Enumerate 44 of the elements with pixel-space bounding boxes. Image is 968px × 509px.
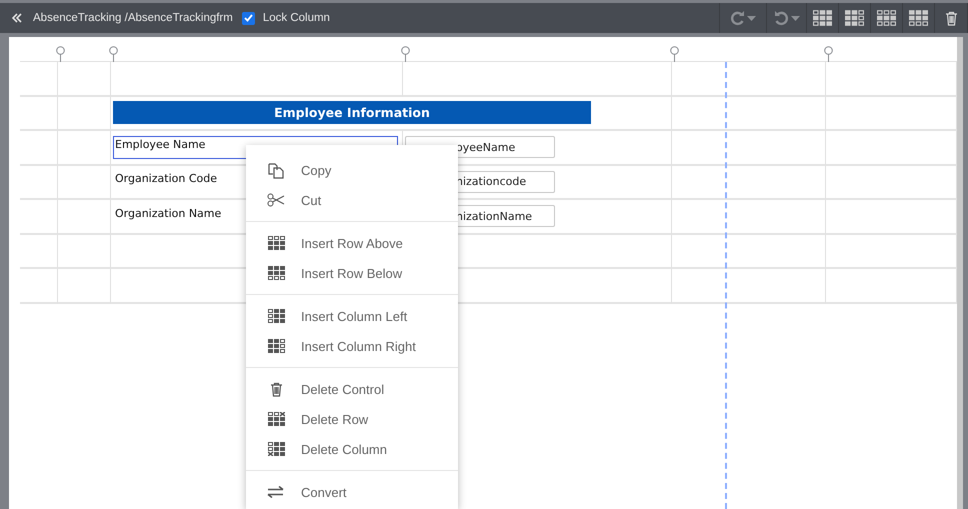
grid-cell <box>20 166 58 200</box>
trash-icon <box>270 382 282 396</box>
grid-icon <box>268 236 284 250</box>
collapse-icon[interactable] <box>12 13 22 23</box>
grid-icon <box>813 10 832 26</box>
menu-item[interactable]: Insert Row Below <box>246 258 458 288</box>
caret-icon <box>790 16 800 20</box>
menu-item[interactable]: Insert Column Left <box>246 301 458 331</box>
copy-icon <box>268 162 284 178</box>
grid-icon <box>845 10 864 26</box>
grid-icon <box>268 309 284 323</box>
menu-item[interactable]: Convert <box>246 477 458 507</box>
redo-icon <box>730 10 745 26</box>
menu-item[interactable]: Delete Row <box>246 404 458 434</box>
section-header: Employee Information <box>113 101 591 124</box>
grid-icon <box>877 10 896 26</box>
grid-icon <box>909 10 928 26</box>
column-handle[interactable] <box>401 46 410 62</box>
grid-cell <box>20 269 58 304</box>
column-handle[interactable] <box>824 46 833 62</box>
grid-cell <box>20 200 58 234</box>
column-handle[interactable] <box>670 46 679 62</box>
grid-cell <box>20 96 58 131</box>
menu-item[interactable]: Delete Column <box>246 434 458 464</box>
breadcrumb: AbsenceTracking /AbsenceTrackingfrm <box>33 12 233 24</box>
trash-icon <box>944 10 958 26</box>
column-handle[interactable] <box>109 46 118 62</box>
lock-column-checkbox[interactable] <box>242 12 255 24</box>
menu-item[interactable]: Insert Row Above <box>246 228 458 258</box>
grid-icon <box>268 442 284 456</box>
swap-arrows-icon <box>267 486 285 498</box>
scissors-icon <box>267 193 285 207</box>
grid-cell <box>58 234 111 269</box>
menu-item[interactable]: Delete Control <box>246 374 458 404</box>
grid-icon <box>268 412 284 426</box>
grid-cell <box>20 234 58 269</box>
undo-icon <box>774 10 788 26</box>
column-handle[interactable] <box>56 46 65 62</box>
checkbox-label: Lock Column <box>262 12 330 24</box>
grid-icon <box>268 266 284 280</box>
grid-icon <box>268 339 284 353</box>
grid-cell <box>20 131 58 166</box>
menu-item[interactable]: Insert Column Right <box>246 331 458 361</box>
caret-icon <box>747 16 756 20</box>
